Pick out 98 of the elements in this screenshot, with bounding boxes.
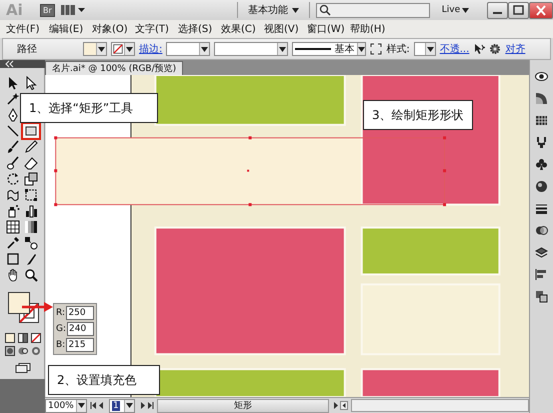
channel-label: B: [56, 340, 66, 350]
layout-icon[interactable] [60, 4, 85, 16]
callout-label: 3、绘制矩形形状 [363, 100, 473, 130]
club-icon[interactable] [535, 158, 548, 171]
channel-value-field[interactable]: 215 [66, 338, 94, 352]
caret-icon[interactable] [126, 46, 133, 52]
horizontal-scrollbar[interactable] [351, 399, 529, 412]
sphere-icon[interactable] [535, 180, 548, 193]
zoom-icon[interactable] [23, 268, 39, 282]
callout-label: 1、选择“矩形”工具 [20, 93, 158, 123]
status-field[interactable]: 矩形 [157, 398, 329, 412]
caret-icon[interactable] [279, 46, 286, 52]
line-icon[interactable] [5, 124, 21, 138]
wand-icon[interactable] [5, 92, 21, 106]
eye-icon[interactable] [535, 70, 548, 83]
no-stroke-icon [112, 43, 124, 55]
draw-inside-icon[interactable] [31, 346, 41, 356]
menu-item[interactable]: 文字(T) [135, 22, 178, 36]
callout-label: 2、设置填充色 [48, 365, 160, 395]
warp-icon[interactable] [5, 188, 21, 202]
color-mode-icon[interactable] [5, 333, 15, 343]
stroke-link[interactable]: 描边: [139, 42, 162, 56]
overlap-circles-icon[interactable] [535, 224, 548, 237]
next-last-icon[interactable] [138, 401, 154, 410]
menu-item[interactable]: 对象(O) [92, 22, 135, 36]
bridge-button[interactable]: Br [40, 4, 55, 16]
live-menu[interactable]: Live [442, 5, 470, 15]
artboard-icon[interactable] [5, 252, 21, 266]
stroke-dropdown[interactable] [111, 42, 135, 56]
dashed-box-icon[interactable] [370, 43, 382, 55]
close-button[interactable] [529, 2, 553, 18]
brush-dropdown[interactable]: 基本 [292, 42, 366, 56]
menu-item[interactable]: 视图(V) [264, 22, 307, 36]
caret-icon[interactable] [126, 403, 133, 408]
transform-icon[interactable] [23, 188, 39, 202]
lines-icon[interactable] [535, 202, 548, 215]
style-dropdown[interactable] [414, 42, 436, 56]
collapse-icon[interactable] [3, 58, 15, 70]
menu-item[interactable]: 选择(S) [178, 22, 221, 36]
eyedropper-icon[interactable] [5, 236, 21, 250]
gradient-icon[interactable] [23, 220, 39, 234]
screen-mode-icon[interactable] [15, 363, 31, 373]
menu-item[interactable]: 效果(C) [221, 22, 264, 36]
opacity-link[interactable]: 不透... [440, 42, 470, 56]
scroll-arrows-icon[interactable] [332, 401, 348, 410]
channel-value-field[interactable]: 240 [67, 322, 94, 336]
caret-icon[interactable] [98, 46, 105, 52]
menu-item[interactable]: 帮助(H) [350, 22, 393, 36]
blend-icon[interactable] [23, 236, 39, 250]
align-link[interactable]: 对齐 [505, 42, 526, 56]
caret-icon[interactable] [201, 46, 208, 52]
bar-graph-icon[interactable] [23, 204, 39, 218]
caret-icon [292, 8, 299, 12]
grid-icon[interactable] [535, 114, 548, 127]
draw-normal-icon[interactable] [5, 346, 15, 356]
stroke-weight-field[interactable] [166, 42, 210, 56]
menu-item[interactable]: 编辑(E) [49, 22, 92, 36]
pencil-icon[interactable] [23, 140, 39, 154]
caret-icon[interactable] [426, 46, 434, 52]
caret-icon[interactable] [358, 46, 366, 52]
first-prev-icon[interactable] [90, 401, 106, 410]
search-icon [318, 4, 331, 16]
channel-label: R: [56, 308, 66, 318]
eraser-icon[interactable] [23, 156, 39, 170]
fill-dropdown[interactable] [83, 42, 107, 56]
squares-icon[interactable] [535, 290, 548, 303]
brush-icon[interactable] [535, 136, 548, 149]
minimize-button[interactable] [487, 2, 508, 18]
scale-icon[interactable] [23, 172, 39, 186]
rotate-icon[interactable] [5, 172, 21, 186]
channel-label: G: [56, 324, 66, 334]
fill-swatch[interactable] [8, 292, 30, 314]
page-field[interactable]: 1 [109, 398, 135, 412]
gradient-triangle-icon[interactable] [535, 92, 548, 105]
none-mode-icon[interactable] [31, 333, 41, 343]
selection-type-label: 路径 [17, 43, 37, 56]
rectangle-icon[interactable] [23, 124, 39, 138]
maximize-button[interactable] [508, 2, 529, 18]
caret-icon[interactable] [78, 403, 85, 408]
blob-brush-icon[interactable] [5, 156, 21, 170]
select-similar-icon[interactable] [473, 43, 486, 55]
gradient-mode-icon[interactable] [18, 333, 28, 343]
search-field[interactable] [316, 2, 430, 18]
style-label: 样式: [386, 42, 410, 56]
caret-icon [462, 8, 470, 12]
draw-behind-icon[interactable] [18, 346, 28, 356]
menu-item[interactable]: 窗口(W) [307, 22, 350, 36]
layers-icon[interactable] [535, 246, 548, 259]
app-logo: Ai [6, 1, 24, 19]
channel-value-field[interactable]: 250 [66, 306, 94, 320]
gear-icon[interactable] [489, 43, 502, 55]
menu-item[interactable]: 文件(F) [6, 22, 49, 36]
workspace-menu[interactable]: 基本功能 [244, 3, 303, 17]
brush-icon[interactable] [5, 140, 21, 154]
document-tab[interactable]: 名片.ai* @ 100% (RGB/预览) [45, 60, 184, 75]
align-icon[interactable] [535, 268, 548, 281]
zoom-dropdown[interactable]: 100% [45, 398, 87, 412]
mesh-icon[interactable] [5, 220, 21, 234]
